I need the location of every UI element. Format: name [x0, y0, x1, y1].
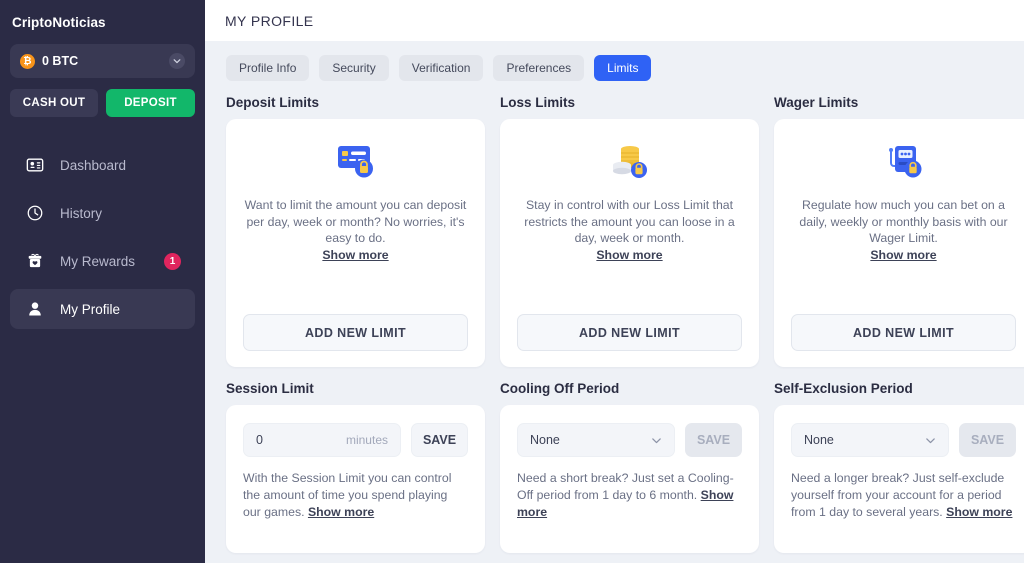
limits-row-bottom: Session Limit 0 minutes SAVE With the Se…	[226, 381, 1024, 553]
sidebar-item-label: Dashboard	[60, 157, 127, 173]
dashboard-icon	[24, 156, 46, 174]
wager-limits-card: Regulate how much you can bet on a daily…	[774, 119, 1024, 367]
cooling-off-save-button[interactable]: SAVE	[685, 423, 742, 457]
sidebar-item-label: History	[60, 205, 103, 221]
slot-machine-lock-icon	[791, 141, 1016, 183]
cooling-off-field-row: None SAVE	[517, 423, 742, 457]
sidebar-item-my-profile[interactable]: My Profile	[10, 289, 195, 329]
section-title: Loss Limits	[500, 95, 576, 110]
section-title: Deposit Limits	[226, 95, 320, 110]
self-exclusion-select[interactable]: None	[791, 423, 949, 457]
sidebar-item-label: My Profile	[60, 301, 121, 317]
deposit-limits-card: Want to limit the amount you can deposit…	[226, 119, 485, 367]
sidebar: CriptoNoticias ₿ 0 BTC CASH OUT DEPOSIT	[0, 0, 205, 563]
app-root: CriptoNoticias ₿ 0 BTC CASH OUT DEPOSIT	[0, 0, 1024, 563]
section-title: Self-Exclusion Period	[774, 381, 913, 396]
cooling-off-note: Need a short break? Just set a Cooling-O…	[517, 470, 742, 521]
chevron-down-icon	[925, 435, 936, 446]
page-title: MY PROFILE	[225, 12, 314, 29]
card-description-text: Stay in control with our Loss Limit that…	[524, 198, 735, 245]
sidebar-item-history[interactable]: History	[10, 193, 195, 233]
show-more-link[interactable]: Show more	[308, 505, 374, 519]
card-description-text: Regulate how much you can bet on a daily…	[799, 198, 1008, 245]
show-more-link[interactable]: Show more	[596, 248, 662, 262]
chevron-down-icon[interactable]	[169, 53, 185, 69]
loss-limits-section: Loss Limits Stay in control with our Los…	[500, 95, 759, 367]
tab-security[interactable]: Security	[319, 55, 389, 81]
clock-icon	[24, 204, 46, 222]
cooling-off-value: None	[530, 433, 560, 447]
balance-selector[interactable]: ₿ 0 BTC	[10, 44, 195, 78]
card-description-text: Want to limit the amount you can deposit…	[244, 198, 467, 245]
limits-row-top: Deposit Limits Want to limit the amount …	[226, 95, 1024, 367]
section-title: Cooling Off Period	[500, 381, 620, 396]
add-new-limit-button[interactable]: ADD NEW LIMIT	[517, 314, 742, 351]
self-exclusion-card: None SAVE Need a longer break? Just self…	[774, 405, 1024, 553]
topbar: MY PROFILE	[205, 0, 1024, 41]
user-icon	[24, 300, 46, 318]
sidebar-item-label: My Rewards	[60, 253, 136, 269]
card-description: Regulate how much you can bet on a daily…	[791, 197, 1016, 263]
session-limit-input[interactable]: 0 minutes	[243, 423, 401, 457]
tab-verification[interactable]: Verification	[398, 55, 484, 81]
section-title: Session Limit	[226, 381, 314, 396]
show-more-link[interactable]: Show more	[946, 505, 1012, 519]
rewards-badge: 1	[164, 252, 181, 270]
tab-preferences[interactable]: Preferences	[493, 55, 585, 81]
wallet-actions: CASH OUT DEPOSIT	[10, 89, 195, 117]
self-exclusion-save-button[interactable]: SAVE	[959, 423, 1016, 457]
show-more-link[interactable]: Show more	[870, 248, 936, 262]
self-exclusion-value: None	[804, 433, 834, 447]
deposit-button[interactable]: DEPOSIT	[106, 89, 195, 117]
profile-tabs: Profile Info Security Verification Prefe…	[205, 41, 1024, 81]
session-limit-save-button[interactable]: SAVE	[411, 423, 468, 457]
balance-amount: 0 BTC	[42, 54, 79, 68]
deposit-limits-section: Deposit Limits Want to limit the amount …	[226, 95, 485, 367]
section-title: Wager Limits	[774, 95, 859, 110]
loss-limits-card: Stay in control with our Loss Limit that…	[500, 119, 759, 367]
gift-icon	[24, 252, 46, 270]
card-description: Stay in control with our Loss Limit that…	[517, 197, 742, 263]
brand-logo: CriptoNoticias	[12, 15, 106, 30]
credit-card-lock-icon	[243, 141, 468, 183]
coins-lock-icon	[517, 141, 742, 183]
chevron-down-icon	[651, 435, 662, 446]
limits-grid: Deposit Limits Want to limit the amount …	[205, 81, 1024, 563]
session-limit-value: 0	[256, 433, 263, 447]
show-more-link[interactable]: Show more	[322, 248, 388, 262]
cooling-off-card: None SAVE Need a short break? Just set a…	[500, 405, 759, 553]
sidebar-item-dashboard[interactable]: Dashboard	[10, 145, 195, 185]
add-new-limit-button[interactable]: ADD NEW LIMIT	[791, 314, 1016, 351]
session-limit-unit: minutes	[345, 433, 388, 447]
add-new-limit-button[interactable]: ADD NEW LIMIT	[243, 314, 468, 351]
tab-profile-info[interactable]: Profile Info	[226, 55, 310, 81]
bitcoin-icon: ₿	[20, 53, 35, 69]
cash-out-button[interactable]: CASH OUT	[10, 89, 98, 117]
sidebar-nav: Dashboard History My Rewards 1 My Profil…	[10, 145, 195, 329]
session-limit-card: 0 minutes SAVE With the Session Limit yo…	[226, 405, 485, 553]
session-limit-section: Session Limit 0 minutes SAVE With the Se…	[226, 381, 485, 553]
self-exclusion-field-row: None SAVE	[791, 423, 1016, 457]
session-limit-note: With the Session Limit you can control t…	[243, 470, 468, 521]
cooling-off-section: Cooling Off Period None SAVE Need a shor…	[500, 381, 759, 553]
tab-limits[interactable]: Limits	[594, 55, 652, 81]
self-exclusion-note: Need a longer break? Just self-exclude y…	[791, 470, 1016, 521]
sidebar-item-my-rewards[interactable]: My Rewards 1	[10, 241, 195, 281]
card-description: Want to limit the amount you can deposit…	[243, 197, 468, 263]
session-limit-field-row: 0 minutes SAVE	[243, 423, 468, 457]
self-exclusion-section: Self-Exclusion Period None SAVE Need a l…	[774, 381, 1024, 553]
wager-limits-section: Wager Limits Regulate how much you can b…	[774, 95, 1024, 367]
main-content: MY PROFILE Profile Info Security Verific…	[205, 0, 1024, 563]
cooling-off-select[interactable]: None	[517, 423, 675, 457]
